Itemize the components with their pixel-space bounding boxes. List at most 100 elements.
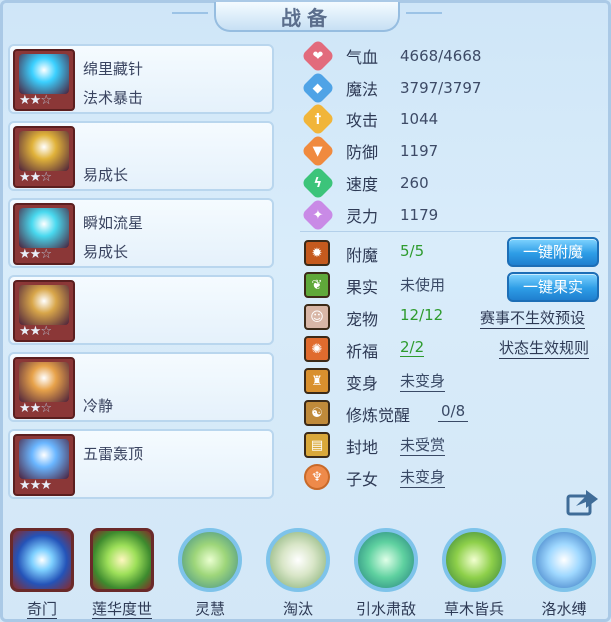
option-value[interactable]: 未变身 [400, 466, 446, 488]
blessing-icon: ✺ [304, 336, 330, 362]
star-rating: ★★☆ [19, 324, 52, 339]
stat-mp: ◆ 魔法 3797/3797 [301, 71, 481, 105]
skill-name: 奇门 [0, 598, 88, 619]
option-value-text: 12/12 [400, 306, 444, 324]
option-value[interactable]: 2/2 [400, 338, 425, 357]
stat-glyph: † [314, 111, 322, 127]
stat-value: 260 [400, 174, 429, 192]
equipment-slot-3[interactable]: ★★☆ 瞬如流星 易成长 [8, 198, 274, 268]
stat-attack: † 攻击 1044 [301, 102, 438, 136]
skill-icon[interactable] [266, 528, 330, 592]
stat-label: 魔法 [346, 80, 379, 99]
skill-icon[interactable] [532, 528, 596, 592]
option-value-text[interactable]: 2/2 [400, 338, 425, 357]
magic-icon: ◆ [301, 71, 335, 105]
option-label: 宠物 [346, 310, 379, 329]
stat-label: 气血 [346, 48, 379, 67]
skill-taotai[interactable]: 淘汰 [266, 528, 330, 622]
option-value: 12/12 [400, 306, 443, 324]
skill-icon[interactable] [354, 528, 418, 592]
stat-value: 1197 [400, 142, 439, 160]
stat-glyph: ✦ [312, 207, 324, 223]
option-label: 封地 [346, 438, 379, 457]
equipment-icon[interactable]: ★★☆ [13, 49, 75, 111]
skill-icon[interactable] [10, 528, 74, 592]
stat-value: 4668/4668 [400, 47, 482, 65]
star-rating: ★★☆ [19, 93, 52, 108]
skill-icon[interactable] [442, 528, 506, 592]
equipment-trait: 法术暴击 [83, 89, 144, 107]
skill-name-text: 莲华度世 [91, 600, 152, 619]
equipment-slot-1[interactable]: ★★☆ 绵里藏针 法术暴击 [8, 44, 274, 114]
star-rating: ★★☆ [19, 170, 52, 185]
stat-speed: ϟ 速度 260 [301, 166, 429, 200]
stat-value: 3797/3797 [400, 79, 482, 97]
skill-caomu[interactable]: 草木皆兵 [442, 528, 506, 622]
option-label: 修炼觉醒 [346, 406, 411, 425]
skill-luoshui[interactable]: 洛水缚 [532, 528, 596, 622]
skill-icon[interactable] [178, 528, 242, 592]
status-rules-link[interactable]: 状态生效规则 [499, 337, 590, 359]
skill-lianhua[interactable]: 莲华度世 [90, 528, 154, 622]
heart-icon: ❤ [301, 39, 335, 73]
title-ornament-left [172, 12, 208, 14]
equipment-slot-6[interactable]: ★★★ 五雷轰顶 [8, 429, 274, 499]
stat-glyph: ❤ [312, 48, 324, 64]
event-preset-link[interactable]: 赛事不生效预设 [480, 307, 586, 329]
share-icon[interactable] [566, 486, 600, 516]
skill-name-text: 淘汰 [282, 600, 313, 618]
equipment-icon[interactable]: ★★☆ [13, 126, 75, 188]
pet-icon: ☺ [304, 304, 330, 330]
equipment-effect: 五雷轰顶 [83, 445, 144, 463]
equipment-icon[interactable]: ★★☆ [13, 280, 75, 342]
skill-qimen[interactable]: 奇门 [10, 528, 74, 622]
skill-name: 草木皆兵 [428, 598, 520, 619]
option-value-text: 未使用 [400, 276, 446, 294]
fruit-icon: ❦ [304, 272, 330, 298]
skill-name: 莲华度世 [76, 598, 168, 619]
equipment-slot-5[interactable]: ★★☆ 冷静 [8, 352, 274, 422]
option-value-text[interactable]: 未变身 [400, 372, 446, 392]
equipment-icon[interactable]: ★★★ [13, 434, 75, 496]
option-value[interactable]: 未受赏 [400, 434, 446, 456]
stat-value: 1179 [400, 206, 439, 224]
star-rating: ★★★ [19, 478, 52, 493]
title-banner: 战备 [172, 2, 442, 32]
equipment-icon[interactable]: ★★☆ [13, 357, 75, 419]
equipment-slot-4[interactable]: ★★☆ [8, 275, 274, 345]
speed-icon: ϟ [301, 166, 335, 200]
skill-name-text: 引水肃敌 [355, 600, 416, 618]
title-ornament-right [406, 12, 442, 14]
skill-linghui[interactable]: 灵慧 [178, 528, 242, 622]
equipment-icon[interactable]: ★★☆ [13, 203, 75, 265]
option-value-text: 5/5 [400, 242, 425, 260]
skill-name: 淘汰 [252, 598, 344, 619]
equipment-art [19, 54, 69, 94]
option-value: 5/5 [400, 242, 424, 260]
skill-name-text: 灵慧 [194, 600, 225, 618]
stat-label: 防御 [346, 143, 379, 162]
option-value[interactable]: 0/8 [438, 402, 469, 422]
option-value-text[interactable]: 未受赏 [400, 436, 446, 456]
equipment-trait: 易成长 [83, 166, 129, 184]
option-label: 附魔 [346, 246, 379, 265]
option-value-text[interactable]: 0/8 [438, 402, 469, 422]
option-value[interactable]: 未变身 [400, 370, 446, 392]
auto-enchant-button[interactable]: 一键附魔 [507, 237, 599, 267]
equipment-art [19, 208, 69, 248]
equipment-effect: 绵里藏针 [83, 60, 144, 78]
option-value-text[interactable]: 未变身 [400, 468, 446, 488]
skill-name: 洛水缚 [518, 598, 610, 619]
stat-glyph: ◆ [313, 80, 323, 96]
stat-spirit: ✦ 灵力 1179 [301, 198, 438, 232]
skill-yinshui[interactable]: 引水肃敌 [354, 528, 418, 622]
skill-name: 灵慧 [164, 598, 256, 619]
equipment-slot-2[interactable]: ★★☆ 易成长 [8, 121, 274, 191]
skill-icon[interactable] [90, 528, 154, 592]
stat-hp: ❤ 气血 4668/4668 [301, 39, 481, 73]
skill-name-text: 草木皆兵 [443, 600, 504, 618]
skill-name: 引水肃敌 [340, 598, 432, 619]
auto-fruit-button[interactable]: 一键果实 [507, 272, 599, 302]
sword-icon: † [301, 102, 335, 136]
equipment-art [19, 439, 69, 479]
